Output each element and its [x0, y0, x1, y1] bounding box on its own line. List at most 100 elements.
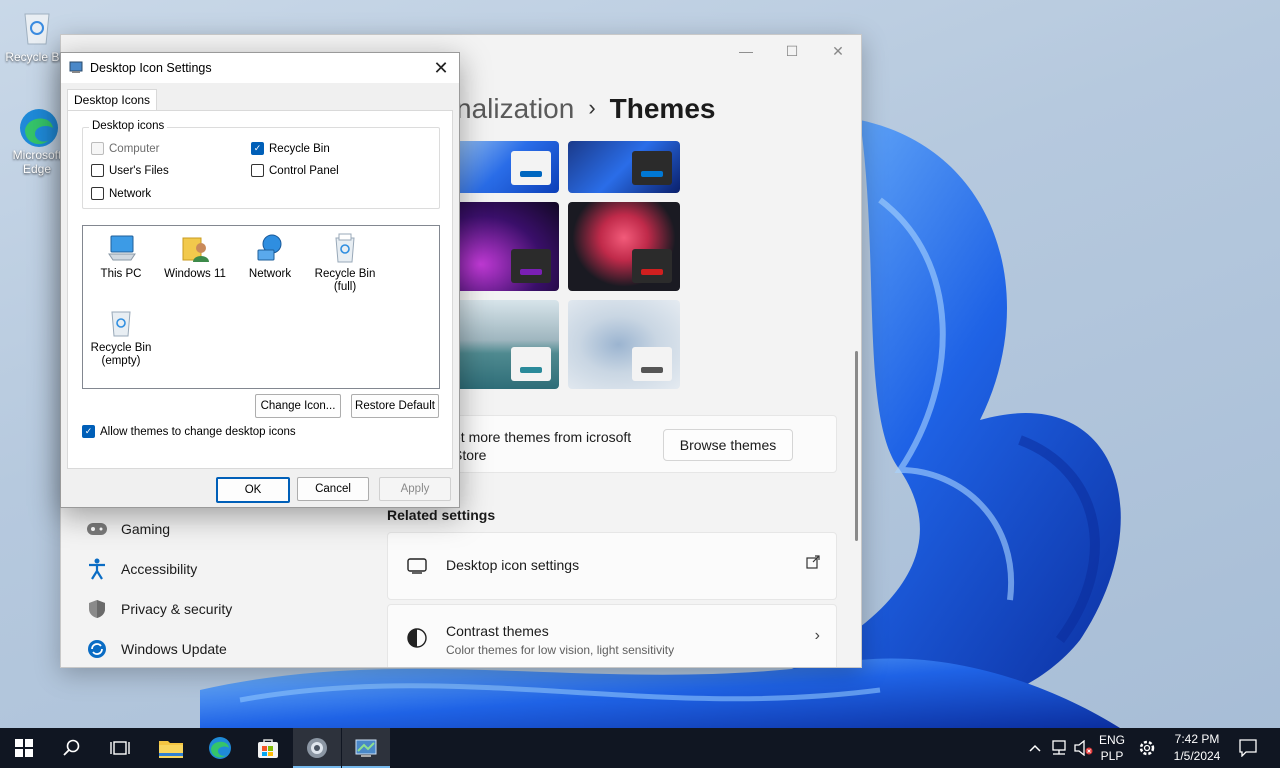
- icon-list[interactable]: This PC Windows 11 Network Recycle Bin (…: [82, 225, 440, 389]
- recycle-bin-empty-icon: [105, 306, 137, 338]
- search-button[interactable]: [48, 728, 96, 768]
- computer-checkbox[interactable]: Computer: [91, 142, 160, 155]
- close-button[interactable]: ✕: [815, 35, 861, 67]
- task-view-button[interactable]: [96, 728, 144, 768]
- close-icon[interactable]: ✕: [429, 56, 453, 80]
- list-item-network[interactable]: Network: [233, 232, 307, 281]
- breadcrumb-parent[interactable]: nalization: [456, 93, 574, 124]
- nav-item-privacy[interactable]: Privacy & security: [85, 591, 232, 627]
- list-item-label: Recycle Bin (empty): [90, 342, 152, 367]
- list-item-recycle-bin-empty[interactable]: Recycle Bin (empty): [84, 306, 158, 368]
- volume-muted-icon: [1074, 740, 1093, 756]
- volume-tray[interactable]: [1072, 728, 1094, 768]
- ok-button[interactable]: OK: [216, 477, 290, 503]
- list-item-this-pc[interactable]: This PC: [84, 232, 158, 281]
- recycle-bin-checkbox[interactable]: ✓ Recycle Bin: [251, 142, 330, 155]
- users-files-checkbox[interactable]: User's Files: [91, 164, 169, 177]
- theme-tile[interactable]: [447, 141, 559, 193]
- notification-icon: [1239, 739, 1257, 757]
- control-panel-checkbox[interactable]: Control Panel: [251, 164, 339, 177]
- open-external-icon: [806, 555, 820, 574]
- edge-icon: [17, 106, 58, 147]
- chevron-right-icon: ›: [814, 627, 820, 644]
- scrollbar[interactable]: [855, 351, 858, 541]
- change-icon-button[interactable]: Change Icon...: [255, 394, 341, 418]
- nav-item-accessibility[interactable]: Accessibility: [85, 551, 197, 587]
- apply-button[interactable]: Apply: [379, 477, 451, 501]
- checkbox-label: User's Files: [109, 164, 169, 177]
- checkbox-label: Recycle Bin: [269, 142, 330, 155]
- desktop-settings-icon: [69, 60, 83, 74]
- checkmark-icon: ✓: [82, 425, 95, 438]
- accessibility-icon: [85, 557, 109, 581]
- desktop-settings-icon: [355, 739, 377, 757]
- desktop-icon-settings-row[interactable]: Desktop icon settings: [387, 532, 837, 600]
- tab-desktop-icons[interactable]: Desktop Icons: [67, 89, 158, 110]
- checkbox-label: Allow themes to change desktop icons: [100, 425, 296, 438]
- maximize-button[interactable]: ☐: [769, 35, 815, 67]
- page-title: Themes: [609, 93, 716, 124]
- windows-logo-icon: [15, 739, 33, 757]
- show-hidden-icons[interactable]: [1026, 728, 1044, 768]
- this-pc-icon: [105, 232, 137, 264]
- allow-themes-checkbox[interactable]: ✓ Allow themes to change desktop icons: [82, 425, 296, 438]
- get-more-themes-text: et more themes from icrosoft Store: [453, 429, 632, 463]
- nav-item-gaming[interactable]: Gaming: [85, 511, 170, 547]
- network-checkbox[interactable]: Network: [91, 187, 151, 200]
- checkmark-icon: ✓: [251, 142, 264, 155]
- nav-item-label: Gaming: [121, 521, 171, 537]
- taskbar-file-explorer[interactable]: [147, 728, 195, 768]
- gear-icon: [1139, 740, 1155, 756]
- gaming-icon: [85, 517, 109, 541]
- checkbox-box: [91, 187, 104, 200]
- list-item-windows-11[interactable]: Windows 11: [158, 232, 232, 281]
- start-button[interactable]: [0, 728, 48, 768]
- update-icon: [85, 637, 109, 661]
- task-view-icon: [110, 741, 130, 755]
- minimize-button[interactable]: —: [723, 35, 769, 67]
- shield-icon: [85, 597, 109, 621]
- list-item-label: This PC: [100, 268, 142, 280]
- tab-panel: Desktop icons Computer ✓ Recycle Bin Use…: [67, 110, 453, 469]
- list-item-label: Windows 11: [164, 268, 226, 280]
- contrast-themes-row[interactable]: Contrast themes Color themes for low vis…: [387, 604, 837, 667]
- language-code: ENG: [1098, 733, 1125, 747]
- nav-item-windows-update[interactable]: Windows Update: [85, 631, 227, 667]
- theme-tile[interactable]: [447, 202, 559, 291]
- list-item-label: Network: [248, 268, 292, 280]
- taskbar-edge[interactable]: [196, 728, 244, 768]
- input-language[interactable]: ENG PLP: [1096, 728, 1128, 768]
- taskbar-settings[interactable]: [293, 728, 341, 768]
- checkbox-label: Network: [109, 187, 152, 200]
- taskbar: ENG PLP 7:42 PM 1/5/2024: [0, 728, 1280, 768]
- contrast-themes-label: Contrast themes: [446, 623, 549, 639]
- taskbar-desktop-icon-settings[interactable]: [342, 728, 390, 768]
- settings-tray[interactable]: [1134, 728, 1160, 768]
- theme-tile[interactable]: [447, 300, 559, 389]
- search-icon: [63, 739, 80, 756]
- network-tray[interactable]: [1048, 728, 1070, 768]
- notifications-button[interactable]: [1234, 728, 1262, 768]
- theme-tile[interactable]: [568, 202, 680, 291]
- list-item-recycle-bin-full[interactable]: Recycle Bin (full): [308, 232, 382, 294]
- clock[interactable]: 7:42 PM 1/5/2024: [1166, 728, 1228, 768]
- related-settings-heading: Related settings: [387, 507, 496, 523]
- browse-themes-button[interactable]: Browse themes: [663, 429, 793, 461]
- cancel-button[interactable]: Cancel: [297, 477, 369, 501]
- taskbar-store[interactable]: [244, 728, 292, 768]
- checkbox-label: Control Panel: [269, 164, 339, 177]
- checkbox-box: [91, 164, 104, 177]
- theme-tile[interactable]: [568, 141, 680, 193]
- chevron-up-icon: [1029, 744, 1041, 752]
- recycle-bin-icon: [17, 8, 57, 48]
- theme-tile[interactable]: [568, 300, 680, 389]
- desktop-icon-label: Microsoft Edge: [12, 148, 62, 176]
- desktop-icon-settings-label: Desktop icon settings: [446, 557, 580, 573]
- chevron-right-icon: ›: [588, 95, 596, 120]
- clock-date: 1/5/2024: [1173, 749, 1221, 763]
- contrast-themes-description: Color themes for low vision, light sensi…: [446, 643, 675, 657]
- desktop-icon-settings-dialog: Desktop Icon Settings ✕ Desktop Icons De…: [60, 52, 460, 508]
- checkbox-label: Computer: [109, 142, 160, 155]
- restore-default-button[interactable]: Restore Default: [351, 394, 439, 418]
- breadcrumb: nalization › Themes: [456, 93, 715, 125]
